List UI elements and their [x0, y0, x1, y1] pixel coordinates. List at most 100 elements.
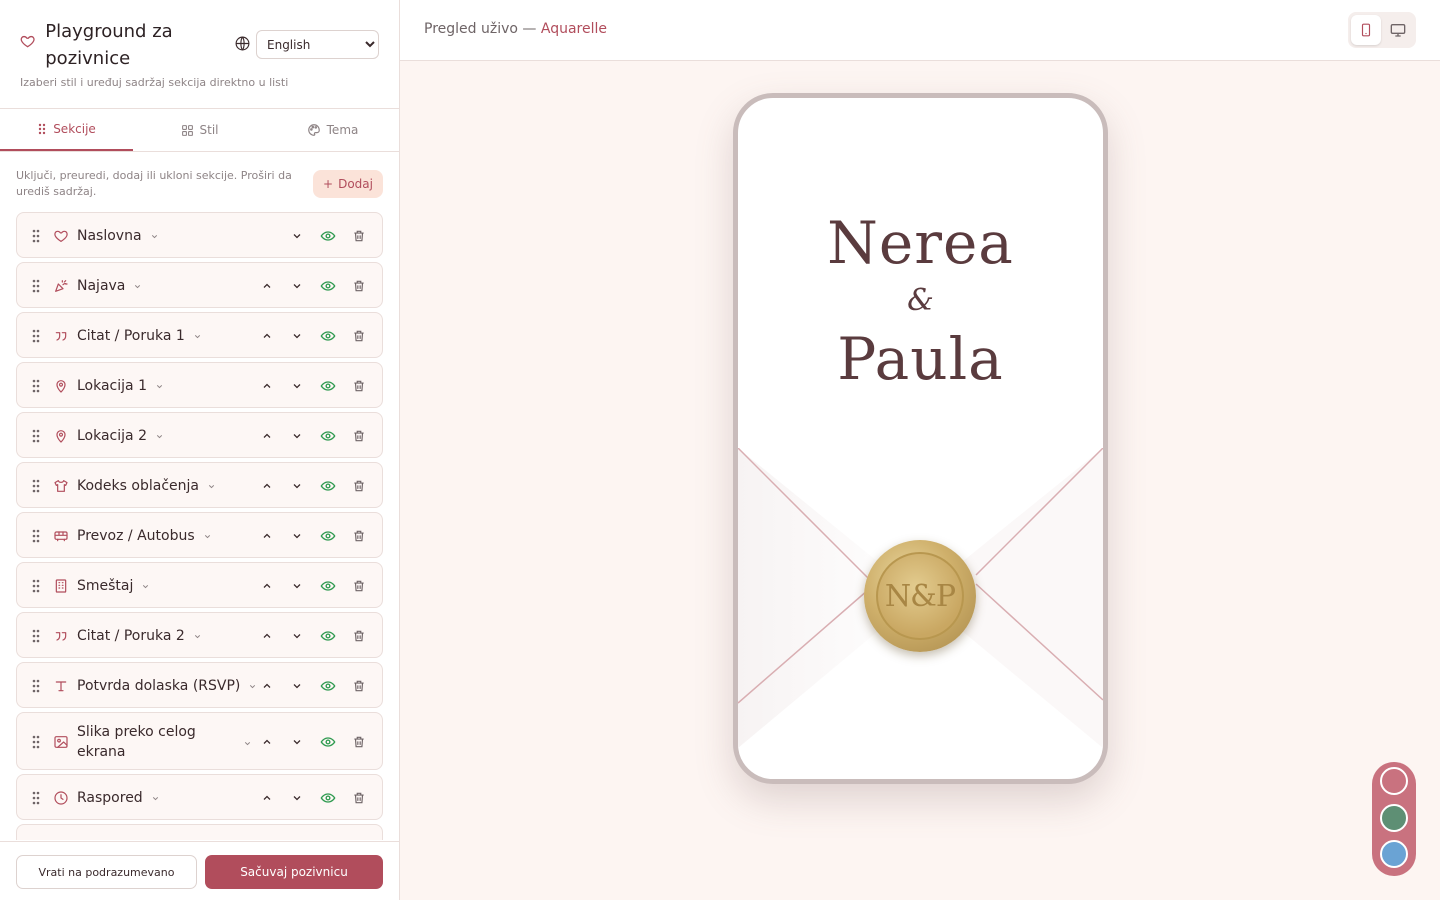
expand-caret-icon[interactable] — [150, 232, 159, 241]
section-label-wrap[interactable]: Citat / Poruka 2 — [77, 626, 202, 646]
move-down-button[interactable] — [286, 225, 308, 247]
visibility-toggle[interactable] — [317, 225, 339, 247]
swatch-rose[interactable] — [1380, 767, 1408, 795]
move-up-button[interactable] — [256, 675, 278, 697]
delete-section-button[interactable] — [348, 425, 370, 447]
move-down-button[interactable] — [286, 675, 308, 697]
delete-section-button[interactable] — [348, 325, 370, 347]
drag-handle-icon[interactable] — [31, 679, 41, 693]
drag-handle-icon[interactable] — [31, 429, 41, 443]
move-up-button[interactable] — [256, 275, 278, 297]
move-down-button[interactable] — [286, 325, 308, 347]
drag-handle-icon[interactable] — [31, 735, 41, 749]
tab-sekcije[interactable]: Sekcije — [0, 109, 133, 151]
move-up-button[interactable] — [256, 375, 278, 397]
section-label-wrap[interactable]: Lokacija 2 — [77, 426, 164, 446]
section-label-wrap[interactable]: Najava — [77, 276, 142, 296]
move-down-button[interactable] — [286, 731, 308, 753]
move-up-button[interactable] — [256, 625, 278, 647]
section-label[interactable]: Smeštaj — [77, 578, 133, 594]
expand-caret-icon[interactable] — [155, 432, 164, 441]
add-section-button[interactable]: + Dodaj — [313, 170, 383, 198]
section-row[interactable]: Slika preko celog ekrana — [16, 712, 383, 770]
drag-handle-icon[interactable] — [31, 229, 41, 243]
move-down-button[interactable] — [286, 275, 308, 297]
section-label[interactable]: Lokacija 2 — [77, 428, 147, 444]
section-row[interactable]: Potvrda dolaska (RSVP) — [16, 662, 383, 708]
move-down-button[interactable] — [286, 475, 308, 497]
move-up-button[interactable] — [256, 787, 278, 809]
delete-section-button[interactable] — [348, 731, 370, 753]
drag-handle-icon[interactable] — [31, 279, 41, 293]
section-label[interactable]: Citat / Poruka 1 — [77, 328, 185, 344]
expand-caret-icon[interactable] — [151, 794, 160, 803]
drag-handle-icon[interactable] — [31, 479, 41, 493]
desktop-view-button[interactable] — [1383, 15, 1413, 45]
mobile-view-button[interactable] — [1351, 15, 1381, 45]
section-label[interactable]: Potvrda dolaska (RSVP) — [77, 678, 240, 694]
visibility-toggle[interactable] — [317, 375, 339, 397]
delete-section-button[interactable] — [348, 275, 370, 297]
section-row[interactable]: Raspored — [16, 774, 383, 820]
section-row[interactable]: Kodeks oblačenja — [16, 462, 383, 508]
visibility-toggle[interactable] — [317, 325, 339, 347]
section-row[interactable]: Citat / Poruka 2 — [16, 612, 383, 658]
section-row[interactable]: Lokacija 1 — [16, 362, 383, 408]
section-label[interactable]: Citat / Poruka 2 — [77, 628, 185, 644]
visibility-toggle[interactable] — [317, 525, 339, 547]
section-label[interactable]: Raspored — [77, 790, 143, 806]
move-up-button[interactable] — [256, 731, 278, 753]
section-label-wrap[interactable]: Naslovna — [77, 226, 159, 246]
section-label[interactable]: Kodeks oblačenja — [77, 478, 199, 494]
expand-caret-icon[interactable] — [141, 582, 150, 591]
section-label-wrap[interactable]: Citat / Poruka 1 — [77, 326, 202, 346]
tab-tema[interactable]: Tema — [266, 109, 399, 151]
section-row[interactable]: Lokacija 2 — [16, 412, 383, 458]
move-down-button[interactable] — [286, 625, 308, 647]
expand-caret-icon[interactable] — [193, 332, 202, 341]
expand-caret-icon[interactable] — [207, 482, 216, 491]
section-label-wrap[interactable]: Prevoz / Autobus — [77, 526, 212, 546]
visibility-toggle[interactable] — [317, 625, 339, 647]
section-row[interactable]: Naslovna — [16, 212, 383, 258]
delete-section-button[interactable] — [348, 375, 370, 397]
language-select[interactable]: English — [256, 30, 379, 59]
move-down-button[interactable] — [286, 575, 308, 597]
section-row[interactable]: Prevoz / Autobus — [16, 512, 383, 558]
section-row[interactable]: Smeštaj — [16, 562, 383, 608]
delete-section-button[interactable] — [348, 225, 370, 247]
swatch-blue[interactable] — [1380, 840, 1408, 868]
move-up-button[interactable] — [256, 325, 278, 347]
move-down-button[interactable] — [286, 425, 308, 447]
delete-section-button[interactable] — [348, 575, 370, 597]
visibility-toggle[interactable] — [317, 275, 339, 297]
save-invitation-button[interactable]: Sačuvaj pozivnicu — [205, 855, 383, 889]
visibility-toggle[interactable] — [317, 675, 339, 697]
section-label-wrap[interactable]: Lokacija 1 — [77, 376, 164, 396]
visibility-toggle[interactable] — [317, 787, 339, 809]
drag-handle-icon[interactable] — [31, 629, 41, 643]
expand-caret-icon[interactable] — [203, 532, 212, 541]
drag-handle-icon[interactable] — [31, 791, 41, 805]
section-row[interactable]: Citat / Poruka 1 — [16, 312, 383, 358]
delete-section-button[interactable] — [348, 787, 370, 809]
delete-section-button[interactable] — [348, 525, 370, 547]
visibility-toggle[interactable] — [317, 575, 339, 597]
move-down-button[interactable] — [286, 787, 308, 809]
move-up-button[interactable] — [256, 575, 278, 597]
drag-handle-icon[interactable] — [31, 379, 41, 393]
section-label[interactable]: Prevoz / Autobus — [77, 528, 195, 544]
section-label[interactable]: Slika preko celog ekrana — [77, 722, 217, 762]
move-up-button[interactable] — [256, 475, 278, 497]
move-up-button[interactable] — [256, 525, 278, 547]
drag-handle-icon[interactable] — [31, 329, 41, 343]
section-row[interactable] — [16, 824, 383, 840]
section-label-wrap[interactable]: Potvrda dolaska (RSVP) — [77, 676, 257, 696]
swatch-green[interactable] — [1380, 804, 1408, 832]
phone-preview[interactable]: Nerea & Paula N&P — [733, 93, 1108, 784]
section-label[interactable]: Lokacija 1 — [77, 378, 147, 394]
section-label-wrap[interactable]: Smeštaj — [77, 576, 150, 596]
visibility-toggle[interactable] — [317, 731, 339, 753]
delete-section-button[interactable] — [348, 625, 370, 647]
delete-section-button[interactable] — [348, 475, 370, 497]
